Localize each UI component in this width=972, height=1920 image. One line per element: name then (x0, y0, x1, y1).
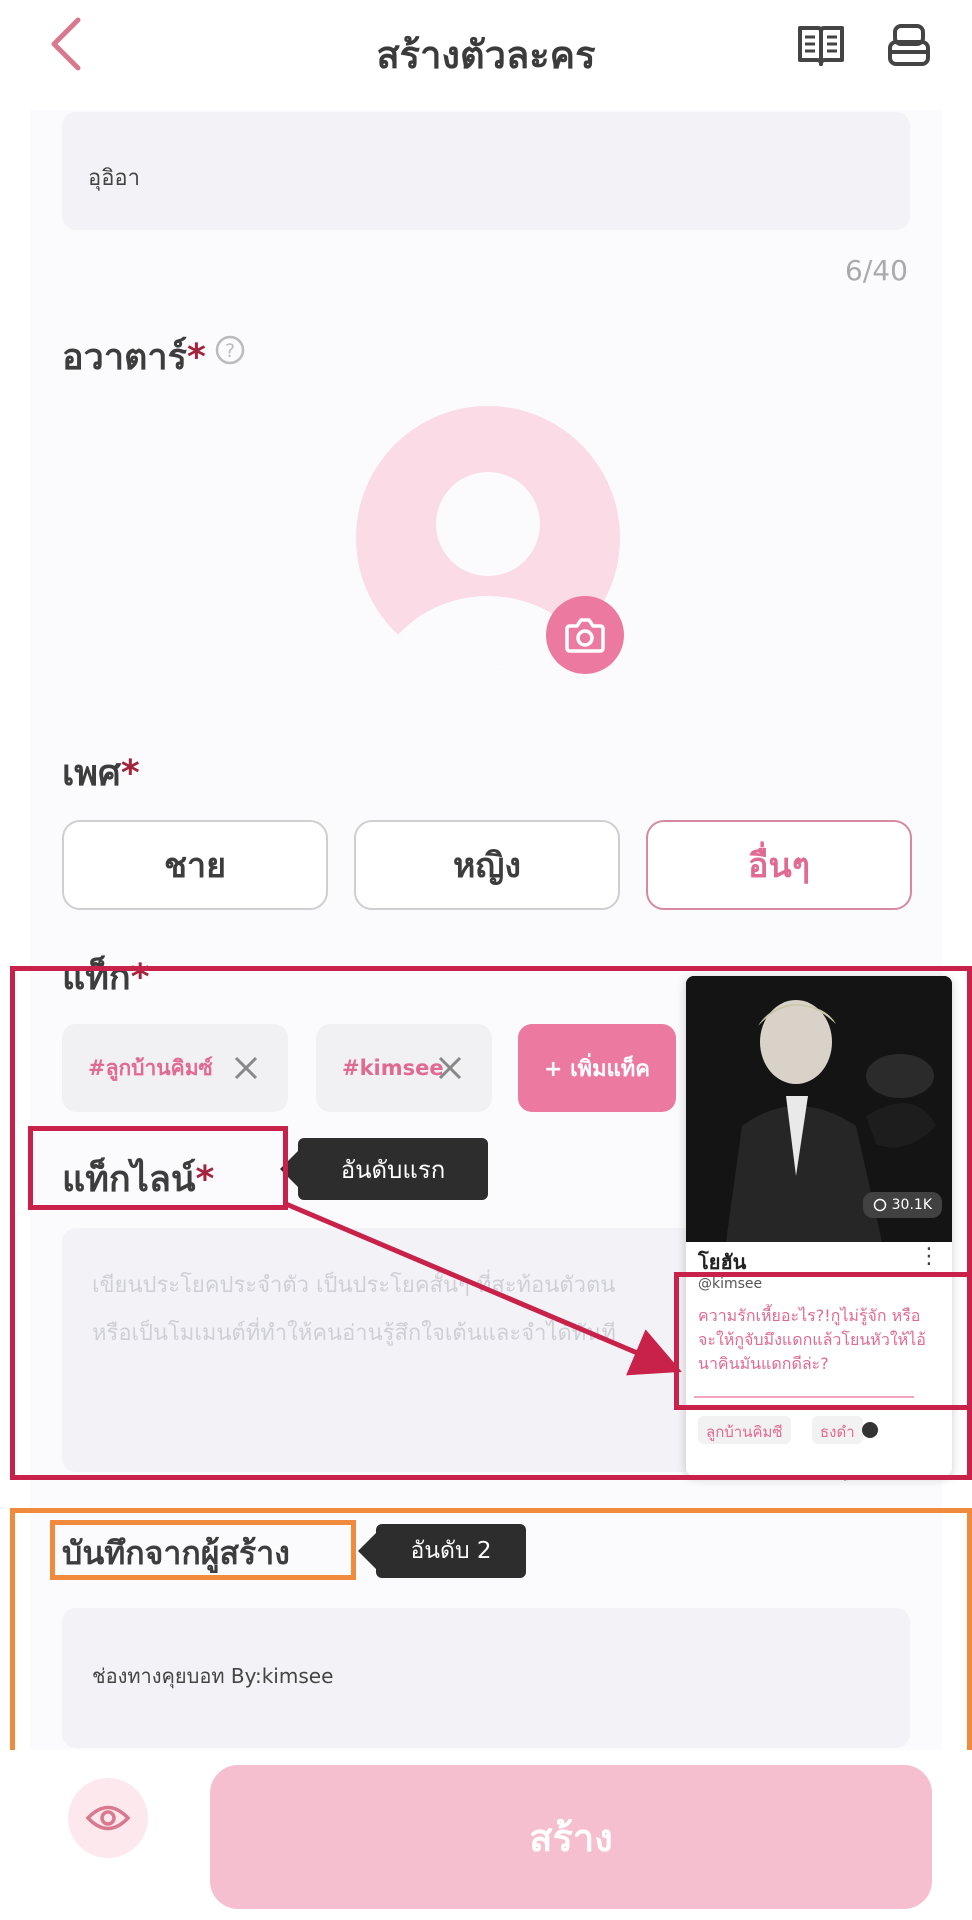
create-button[interactable]: สร้าง (210, 1765, 932, 1909)
creator-note-label: บันทึกจากผู้สร้าง (62, 1534, 290, 1572)
creator-note-value: ช่องทางคุยบอท By:kimsee (92, 1664, 334, 1688)
annotation-callout-second: อันดับ 2 (358, 1524, 526, 1578)
footer-bar: สร้าง (0, 1750, 972, 1920)
preview-eye-icon[interactable] (68, 1778, 148, 1858)
creator-note-field[interactable]: ช่องทางคุยบอท By:kimsee (62, 1608, 910, 1748)
